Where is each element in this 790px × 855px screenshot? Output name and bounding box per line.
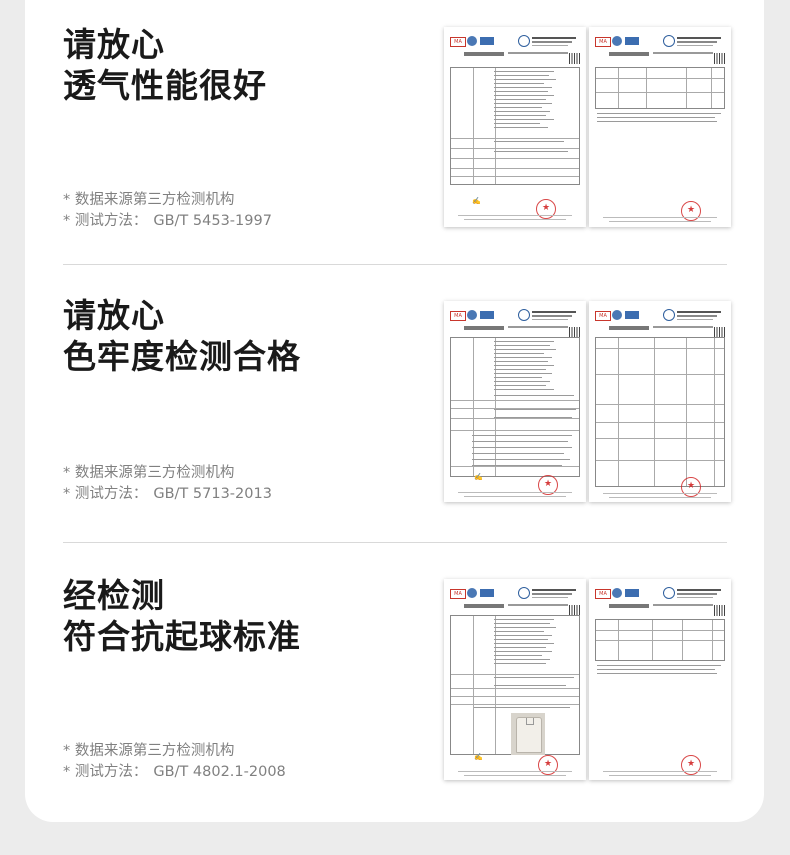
method-note: * 测试方法： GB/T 5713-2013 bbox=[63, 486, 272, 502]
org-logo-icon bbox=[518, 35, 530, 47]
cnas-badge-icon bbox=[625, 311, 639, 319]
report-page-2: MA bbox=[589, 301, 731, 502]
qr-code-icon bbox=[714, 605, 725, 616]
org-logo-icon bbox=[663, 309, 675, 321]
cnas-badge-icon bbox=[625, 37, 639, 45]
test-notes: * 数据来源第三方检测机构 * 测试方法： GB/T 5453-1997 bbox=[63, 190, 272, 232]
title-line-2: 符合抗起球标准 bbox=[63, 617, 301, 656]
report-page-1: MA bbox=[444, 301, 586, 502]
source-note: * 数据来源第三方检测机构 bbox=[63, 465, 235, 481]
section-title: 请放心 色牢度检测合格 bbox=[63, 295, 301, 377]
title-line-2: 色牢度检测合格 bbox=[63, 337, 301, 376]
ma-badge-icon: MA bbox=[450, 37, 466, 47]
signature: ✍ bbox=[472, 197, 481, 205]
accreditation-icon bbox=[612, 310, 622, 320]
section-title: 经检测 符合抗起球标准 bbox=[63, 575, 301, 657]
method-note: * 测试方法： GB/T 5453-1997 bbox=[63, 213, 272, 229]
method-standard: GB/T 5453-1997 bbox=[153, 213, 272, 229]
qr-code-icon bbox=[714, 53, 725, 64]
accreditation-icon bbox=[612, 36, 622, 46]
shirt-photo-icon bbox=[516, 717, 542, 753]
ma-badge-icon: MA bbox=[595, 589, 611, 599]
section-title: 请放心 透气性能很好 bbox=[63, 24, 267, 106]
method-standard: GB/T 4802.1-2008 bbox=[153, 764, 286, 780]
cnas-badge-icon bbox=[480, 589, 494, 597]
section-breathability: 请放心 透气性能很好 * 数据来源第三方检测机构 * 测试方法： GB/T 545… bbox=[25, 0, 764, 265]
org-logo-icon bbox=[518, 587, 530, 599]
org-logo-icon bbox=[663, 35, 675, 47]
org-logo-icon bbox=[663, 587, 675, 599]
accreditation-icon bbox=[467, 588, 477, 598]
report-page-1: MA bbox=[444, 579, 586, 780]
ma-badge-icon: MA bbox=[450, 589, 466, 599]
signature: ✍ bbox=[474, 473, 483, 481]
title-line-1: 请放心 bbox=[63, 296, 165, 335]
title-line-2: 透气性能很好 bbox=[63, 66, 267, 105]
report-page-2: MA bbox=[589, 579, 731, 780]
accreditation-icon bbox=[467, 310, 477, 320]
report-page-1: MA bbox=[444, 27, 586, 227]
red-seal-stamp-icon bbox=[538, 755, 558, 775]
accreditation-icon bbox=[467, 36, 477, 46]
cnas-badge-icon bbox=[480, 311, 494, 319]
red-seal-stamp-icon bbox=[681, 755, 701, 775]
ma-badge-icon: MA bbox=[450, 311, 466, 321]
report-page-2: MA bbox=[589, 27, 731, 227]
test-notes: * 数据来源第三方检测机构 * 测试方法： GB/T 4802.1-2008 bbox=[63, 741, 286, 783]
red-seal-stamp-icon bbox=[681, 477, 701, 497]
source-note: * 数据来源第三方检测机构 bbox=[63, 192, 235, 208]
title-line-1: 请放心 bbox=[63, 25, 165, 64]
org-logo-icon bbox=[518, 309, 530, 321]
method-standard: GB/T 5713-2013 bbox=[153, 486, 272, 502]
section-color-fastness: 请放心 色牢度检测合格 * 数据来源第三方检测机构 * 测试方法： GB/T 57… bbox=[25, 265, 764, 543]
cnas-badge-icon bbox=[625, 589, 639, 597]
cnas-badge-icon bbox=[480, 37, 494, 45]
red-seal-stamp-icon bbox=[536, 199, 556, 219]
test-notes: * 数据来源第三方检测机构 * 测试方法： GB/T 5713-2013 bbox=[63, 463, 272, 505]
title-line-1: 经检测 bbox=[63, 576, 165, 615]
qr-code-icon bbox=[569, 53, 580, 64]
ma-badge-icon: MA bbox=[595, 37, 611, 47]
content-card: 请放心 透气性能很好 * 数据来源第三方检测机构 * 测试方法： GB/T 545… bbox=[25, 0, 764, 822]
ma-badge-icon: MA bbox=[595, 311, 611, 321]
source-note: * 数据来源第三方检测机构 bbox=[63, 743, 235, 759]
accreditation-icon bbox=[612, 588, 622, 598]
signature: ✍ bbox=[474, 753, 483, 761]
sample-photo bbox=[511, 713, 545, 755]
section-pilling: 经检测 符合抗起球标准 * 数据来源第三方检测机构 * 测试方法： GB/T 48… bbox=[25, 543, 764, 822]
red-seal-stamp-icon bbox=[681, 201, 701, 221]
method-note: * 测试方法： GB/T 4802.1-2008 bbox=[63, 764, 286, 780]
